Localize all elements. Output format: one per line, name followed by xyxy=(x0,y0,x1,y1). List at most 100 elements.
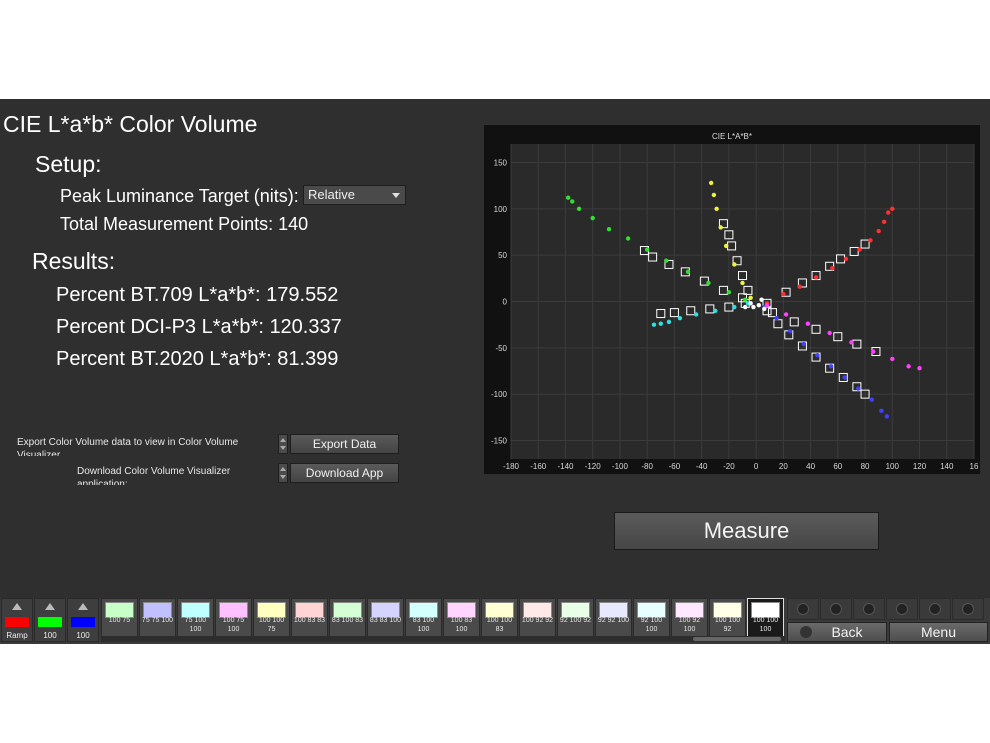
peak-luminance-select[interactable]: Relative xyxy=(303,185,406,205)
arrow-down-icon xyxy=(280,475,286,479)
scrollbar-thumb[interactable] xyxy=(693,637,781,641)
channel-label: Ramp xyxy=(6,631,28,640)
results-heading: Results: xyxy=(32,248,116,274)
data-point xyxy=(726,290,732,295)
data-point xyxy=(565,195,571,200)
rgb-channel-1[interactable]: 100 xyxy=(34,598,66,642)
patch-label: 100 83 100 xyxy=(450,617,473,633)
x-tick-label: -160 xyxy=(530,462,547,471)
patch-label: 100 92 92 xyxy=(521,617,554,624)
data-point xyxy=(917,366,922,371)
download-app-button[interactable]: Download App xyxy=(290,463,399,483)
extra-control[interactable] xyxy=(952,598,984,620)
export-description: Export Color Volume data to view in Colo… xyxy=(17,437,239,456)
data-point xyxy=(871,349,876,354)
x-tick-label: -100 xyxy=(612,462,629,471)
data-point xyxy=(849,340,854,345)
back-button[interactable]: Back xyxy=(787,622,887,642)
x-tick-label: 120 xyxy=(913,462,927,471)
data-point xyxy=(890,206,895,212)
channel-swatch xyxy=(5,617,29,627)
loop-control[interactable] xyxy=(886,598,918,620)
patch-scrollbar[interactable] xyxy=(101,636,785,642)
arrow-up-icon xyxy=(280,467,286,471)
gear-icon xyxy=(929,603,941,615)
data-point xyxy=(711,192,717,198)
data-point xyxy=(590,215,595,221)
arrow-up-icon xyxy=(12,603,22,610)
data-point xyxy=(718,225,723,230)
channel-swatch xyxy=(71,617,95,627)
x-tick-label: 20 xyxy=(779,462,788,471)
lab-chart-frame: CIE L*A*B* -180 -160 -140 -120 -100 -80 -60 -40… xyxy=(484,125,980,474)
play-icon xyxy=(830,603,842,615)
patch-label: 92 92 100 xyxy=(597,617,630,624)
lab-chart: CIE L*A*B* -180 -160 -140 -120 -100 -80 -60 -40… xyxy=(491,132,979,471)
data-point xyxy=(906,364,911,369)
data-point xyxy=(732,262,737,267)
back-label: Back xyxy=(831,624,863,640)
x-tick-label: 140 xyxy=(940,462,954,471)
data-point xyxy=(666,319,672,325)
patch-label: 100 100 100 xyxy=(752,617,779,633)
export-data-button[interactable]: Export Data xyxy=(290,434,399,454)
x-tick-label: -180 xyxy=(503,462,520,471)
data-point xyxy=(606,227,612,232)
result-bt2020: Percent BT.2020 L*a*b*: 81.399 xyxy=(56,348,339,370)
data-point xyxy=(890,356,895,362)
x-tick-label: -120 xyxy=(585,462,602,471)
y-tick-label: -100 xyxy=(491,390,508,399)
data-point xyxy=(713,308,718,313)
data-point xyxy=(743,304,748,310)
x-tick-label: 60 xyxy=(833,462,842,471)
data-point xyxy=(658,321,663,326)
total-points-text: Total Measurement Points: 140 xyxy=(60,214,309,234)
measure-button[interactable]: Measure xyxy=(614,512,879,550)
y-tick-label: 150 xyxy=(494,159,508,168)
rgb-channel-2[interactable]: 100 xyxy=(67,598,99,642)
data-point xyxy=(881,219,887,225)
x-tick-label: -40 xyxy=(696,462,708,471)
data-point xyxy=(801,341,806,347)
y-tick-label: -50 xyxy=(495,344,507,353)
data-point xyxy=(756,303,762,308)
data-point xyxy=(714,206,719,212)
settings-control[interactable] xyxy=(919,598,951,620)
play-control[interactable] xyxy=(820,598,852,620)
data-point xyxy=(856,386,861,391)
arrow-up-icon xyxy=(78,603,88,610)
channel-label: 100 xyxy=(76,631,90,640)
data-point xyxy=(748,301,753,306)
download-spinner[interactable] xyxy=(278,463,288,483)
y-tick-label: 0 xyxy=(503,298,508,307)
chevron-down-icon xyxy=(392,193,400,198)
patch-label: 83 100 100 xyxy=(412,617,435,633)
data-point xyxy=(743,297,748,302)
data-point xyxy=(868,238,873,243)
patch-label: 100 92 100 xyxy=(678,617,701,633)
data-point xyxy=(781,291,786,297)
data-point xyxy=(774,315,779,321)
rgb-channel-0[interactable]: Ramp xyxy=(1,598,33,642)
data-point xyxy=(787,328,793,334)
data-point xyxy=(815,353,820,358)
data-point xyxy=(842,375,847,380)
data-point xyxy=(570,199,575,204)
data-point xyxy=(759,297,764,302)
data-point xyxy=(813,275,819,280)
export-spinner[interactable] xyxy=(278,434,288,454)
patch-label: 75 100 100 xyxy=(184,617,207,633)
data-point xyxy=(576,206,582,212)
patch-label: 83 100 83 xyxy=(331,617,364,624)
download-description: Download Color Volume Visualizer applica… xyxy=(77,466,231,485)
menu-button[interactable]: Menu xyxy=(889,622,988,642)
patch-label: 100 75 100 xyxy=(222,617,245,633)
data-point xyxy=(764,303,770,308)
save-control[interactable] xyxy=(853,598,885,620)
data-point xyxy=(828,364,834,369)
data-point xyxy=(843,256,849,262)
patch-label: 100 75 xyxy=(108,617,131,624)
stop-control[interactable] xyxy=(787,598,819,620)
patch-label: 92 100 92 xyxy=(559,617,592,624)
x-tick-label: 0 xyxy=(754,462,759,471)
